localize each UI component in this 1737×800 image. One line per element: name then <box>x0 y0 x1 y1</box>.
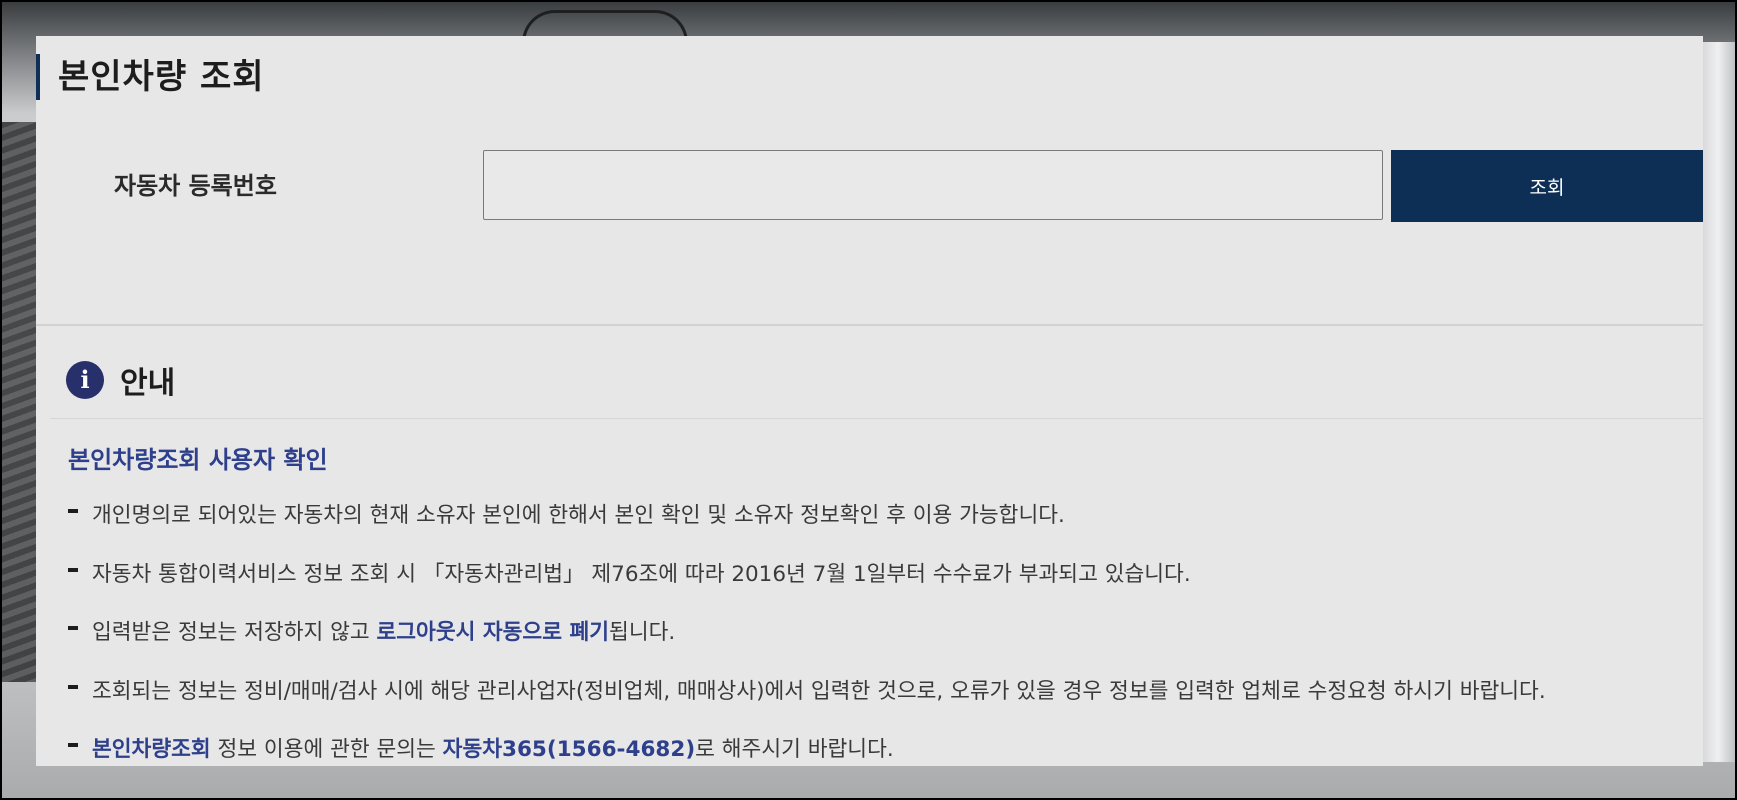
notice-text: 자동차 통합이력서비스 정보 조회 시 「자동차관리법」 제76조에 따라 20… <box>92 561 1191 587</box>
registration-number-label: 자동차 등록번호 <box>114 172 277 200</box>
notice-text: 됩니다. <box>609 620 676 645</box>
section-divider <box>36 324 1703 326</box>
notice-item: 자동차 통합이력서비스 정보 조회 시 「자동차관리법」 제76조에 따라 20… <box>66 557 1546 616</box>
notice-item: 입력받은 정보는 저장하지 않고 로그아웃시 자동으로 폐기됩니다. <box>66 615 1546 674</box>
page-title: 본인차량 조회 <box>36 54 265 100</box>
notice-highlight-text: 본인차량조회 <box>92 737 211 762</box>
info-icon: i <box>66 361 104 399</box>
notice-item: 조회되는 정보는 정비/매매/검사 시에 해당 관리사업자(정비업체, 매매상사… <box>66 674 1546 733</box>
notice-list: 개인명의로 되어있는 자동차의 현재 소유자 본인에 한해서 본인 확인 및 소… <box>66 498 1546 766</box>
notice-item: 개인명의로 되어있는 자동차의 현재 소유자 본인에 한해서 본인 확인 및 소… <box>66 498 1546 557</box>
notice-item: 본인차량조회 정보 이용에 관한 문의는 자동차365(1566-4682)로 … <box>66 732 1546 766</box>
notice-text: 조회되는 정보는 정비/매매/검사 시에 해당 관리사업자(정비업체, 매매상사… <box>92 678 1546 704</box>
notice-text: 입력받은 정보는 저장하지 않고 <box>92 620 377 645</box>
notice-highlight-text: 자동차365(1566-4682) <box>442 737 696 762</box>
vehicle-lookup-panel: 본인차량 조회 자동차 등록번호 조회 i 안내 본인차량조회 사용자 확인 개… <box>36 36 1703 766</box>
notice-title: 안내 <box>120 366 176 401</box>
search-button[interactable]: 조회 <box>1391 150 1703 222</box>
screen-frame: 본인차량 조회 자동차 등록번호 조회 i 안내 본인차량조회 사용자 확인 개… <box>0 0 1737 800</box>
notice-header: i 안내 <box>66 358 175 402</box>
notice-subheading: 본인차량조회 사용자 확인 <box>68 446 328 474</box>
background-car-body <box>1701 42 1735 762</box>
notice-text: 로 해주시기 바랍니다. <box>695 737 894 762</box>
registration-number-input[interactable] <box>483 150 1383 220</box>
notice-divider <box>50 418 1703 419</box>
notice-highlight-text: 로그아웃시 자동으로 폐기 <box>376 620 610 645</box>
notice-text: 개인명의로 되어있는 자동차의 현재 소유자 본인에 한해서 본인 확인 및 소… <box>92 503 1065 528</box>
notice-text: 정보 이용에 관한 문의는 <box>210 737 443 762</box>
